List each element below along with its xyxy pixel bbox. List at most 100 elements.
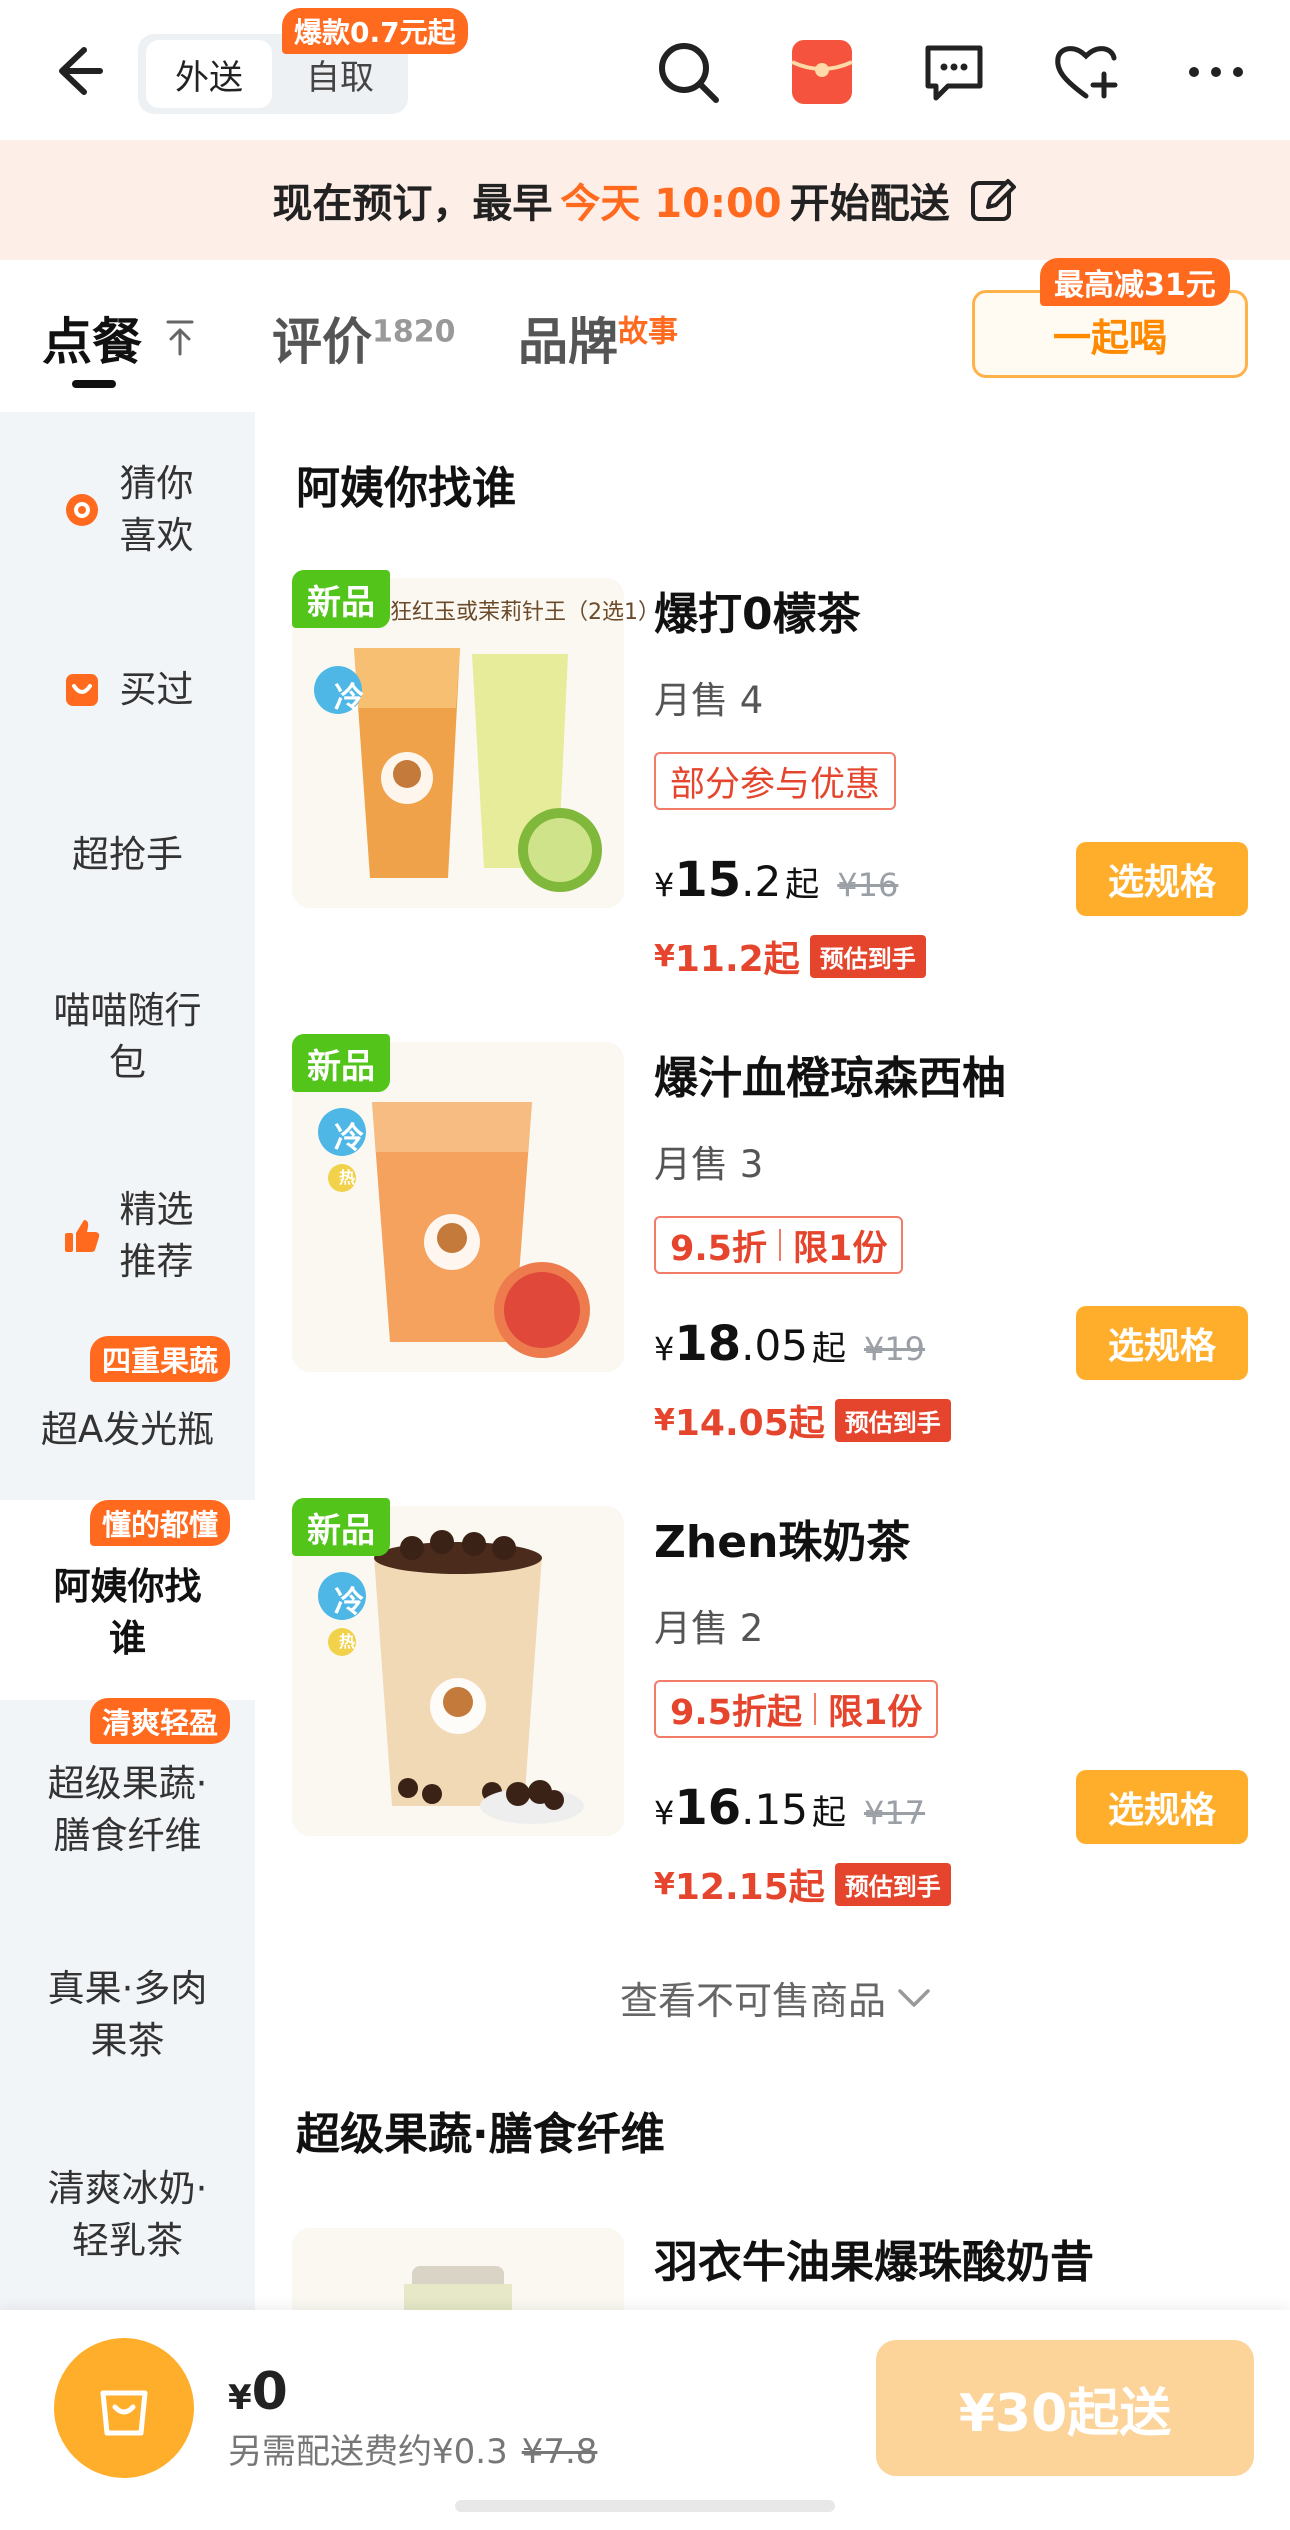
price-from: 起	[811, 1793, 846, 1833]
sidebar-label-line1: 猜你	[119, 462, 194, 505]
price-decimal: .05	[741, 1321, 808, 1370]
reviews-count: 1820	[372, 314, 456, 350]
sidebar-item-hot[interactable]: 超抢手	[0, 805, 255, 905]
sidebar-item-featured[interactable]: 精选 推荐	[0, 1166, 255, 1306]
original-price: ¥19	[863, 1330, 926, 1368]
bought-icon	[65, 674, 98, 706]
sidebar-item-bought[interactable]: 买过	[0, 640, 255, 740]
monthly-sales: 月售 2	[654, 1607, 764, 1650]
sidebar-item-travel-bag[interactable]: 喵喵随行包	[0, 967, 255, 1107]
limit-text: 限1份	[828, 1692, 923, 1733]
notice-suffix: 开始配送	[789, 181, 950, 227]
group-discount-badge: 最高减31元	[1040, 258, 1230, 306]
select-spec-button[interactable]: 选规格	[1076, 842, 1248, 916]
sidebar-badge: 懂的都懂	[90, 1500, 231, 1546]
estimated-price: ¥12.15起 预估到手	[654, 1858, 951, 1910]
currency-symbol: ¥	[654, 1794, 675, 1832]
edit-icon[interactable]	[968, 175, 1018, 225]
collapse-up-icon[interactable]	[164, 318, 196, 358]
red-packet-icon[interactable]	[786, 36, 858, 108]
product-image[interactable]	[292, 2228, 624, 2310]
notice-prefix: 现在预订，最早	[272, 181, 553, 227]
minimum-order-button[interactable]: ¥30起送	[876, 2340, 1254, 2476]
chevron-down-icon	[898, 1988, 930, 2007]
sidebar-label-line1: 清爽冰奶·	[47, 2167, 208, 2210]
more-icon[interactable]	[1180, 36, 1252, 108]
message-icon[interactable]	[918, 36, 990, 108]
new-product-badge: 新品	[292, 1498, 390, 1556]
unsellable-label: 查看不可售商品	[620, 1979, 887, 2023]
home-indicator	[455, 2500, 835, 2512]
promo-text: 部分参与优惠	[670, 764, 881, 805]
preorder-notice-bar: 现在预订，最早 今天 10:00 开始配送	[0, 140, 1290, 260]
sidebar-label-line2: 喜欢	[119, 514, 194, 557]
price-integer: 16	[674, 1780, 742, 1836]
product-name[interactable]: 羽衣牛油果爆珠酸奶昔	[654, 2226, 1094, 2290]
sidebar-item-super-fruit[interactable]: 超级果蔬· 膳食纤维	[0, 1740, 255, 1880]
search-icon[interactable]	[652, 36, 724, 108]
brand-story-label: 故事	[618, 314, 678, 350]
sidebar-badge: 清爽轻盈	[90, 1698, 231, 1744]
section-title: 超级果蔬·膳食纤维	[296, 2109, 665, 2160]
sidebar-label-line2: 谁	[109, 1617, 146, 1660]
sidebar-item-guess-like[interactable]: 猜你 喜欢	[0, 440, 255, 580]
price-decimal: .15	[741, 1785, 808, 1834]
favorite-add-icon[interactable]	[1050, 36, 1122, 108]
sidebar-label-line2: 膳食纤维	[53, 1814, 202, 1857]
price-from: 起	[811, 1329, 846, 1369]
final-price: 14.05起	[674, 1403, 825, 1444]
sidebar-item-fruit-tea[interactable]: 真果·多肉 果茶	[0, 1945, 255, 2085]
final-price: 11.2起	[674, 939, 800, 980]
tab-reviews[interactable]: 评价1820	[272, 302, 456, 374]
price-integer: 18	[674, 1316, 742, 1372]
sidebar-item-milk-tea[interactable]: 清爽冰奶· 轻乳茶	[0, 2145, 255, 2285]
sidebar-label-line1: 精选	[119, 1188, 194, 1231]
sidebar-label: 买过	[119, 668, 194, 711]
discount-text: 9.5折	[670, 1228, 768, 1269]
delivery-fee: 另需配送费约¥0.3 ¥7.8	[228, 2424, 597, 2473]
promo-tag: 9.5折 限1份	[654, 1216, 904, 1274]
currency-symbol: ¥	[654, 1330, 675, 1368]
delivery-mode-tab[interactable]: 外送	[146, 40, 272, 108]
sidebar-item-glow-bottle[interactable]: 超A发光瓶	[0, 1380, 255, 1480]
limit-text: 限1份	[793, 1228, 888, 1269]
price-from: 起	[785, 865, 820, 905]
cold-tag: 冷	[334, 1585, 364, 1620]
estimated-tag: 预估到手	[834, 1862, 951, 1906]
view-unsellable-link[interactable]: 查看不可售商品	[620, 1970, 934, 2025]
hot-tag: 热	[339, 1168, 356, 1187]
tab-brand-label: 品牌	[518, 313, 618, 371]
cold-tag: 冷	[334, 1121, 364, 1156]
estimated-price: ¥11.2起 预估到手	[654, 930, 926, 982]
pickup-promo-badge: 爆款0.7元起	[282, 8, 468, 54]
cart-total: ¥0	[228, 2362, 288, 2422]
estimated-price: ¥14.05起 预估到手	[654, 1394, 951, 1446]
notice-time: 今天 10:00	[560, 181, 782, 227]
sidebar-label-line2: 包	[109, 1041, 146, 1084]
promo-tag: 9.5折起 限1份	[654, 1680, 939, 1738]
final-price: 12.15起	[674, 1867, 825, 1908]
thumbs-up-icon	[64, 1220, 99, 1252]
product-name[interactable]: 爆打0檬茶	[654, 578, 861, 642]
back-arrow-icon[interactable]	[40, 36, 110, 106]
sidebar-label-line1: 阿姨你找	[53, 1565, 202, 1608]
select-spec-button[interactable]: 选规格	[1076, 1770, 1248, 1844]
product-name[interactable]: Zhen珠奶茶	[654, 1506, 910, 1570]
select-spec-button[interactable]: 选规格	[1076, 1306, 1248, 1380]
shopping-bag-icon	[100, 2390, 148, 2436]
promo-tag: 部分参与优惠	[654, 752, 897, 810]
product-name[interactable]: 爆汁血橙琼森西柚	[654, 1042, 1006, 1106]
sidebar-label-line2: 推荐	[119, 1240, 194, 1283]
estimated-tag: 预估到手	[809, 934, 926, 978]
tab-order[interactable]: 点餐	[42, 302, 142, 374]
currency-symbol: ¥	[654, 866, 675, 904]
currency-symbol: ¥	[654, 1866, 675, 1902]
cart-button[interactable]	[54, 2338, 194, 2478]
tab-brand[interactable]: 品牌故事	[518, 302, 678, 374]
price: ¥16.15 起 ¥17	[654, 1780, 925, 1836]
sidebar-label-line2: 果茶	[90, 2019, 165, 2062]
delivery-fee-original: ¥7.8	[521, 2432, 598, 2472]
avocado-bottle-image	[292, 2228, 624, 2310]
original-price: ¥17	[863, 1794, 926, 1832]
cart-total-value: 0	[251, 2362, 288, 2422]
